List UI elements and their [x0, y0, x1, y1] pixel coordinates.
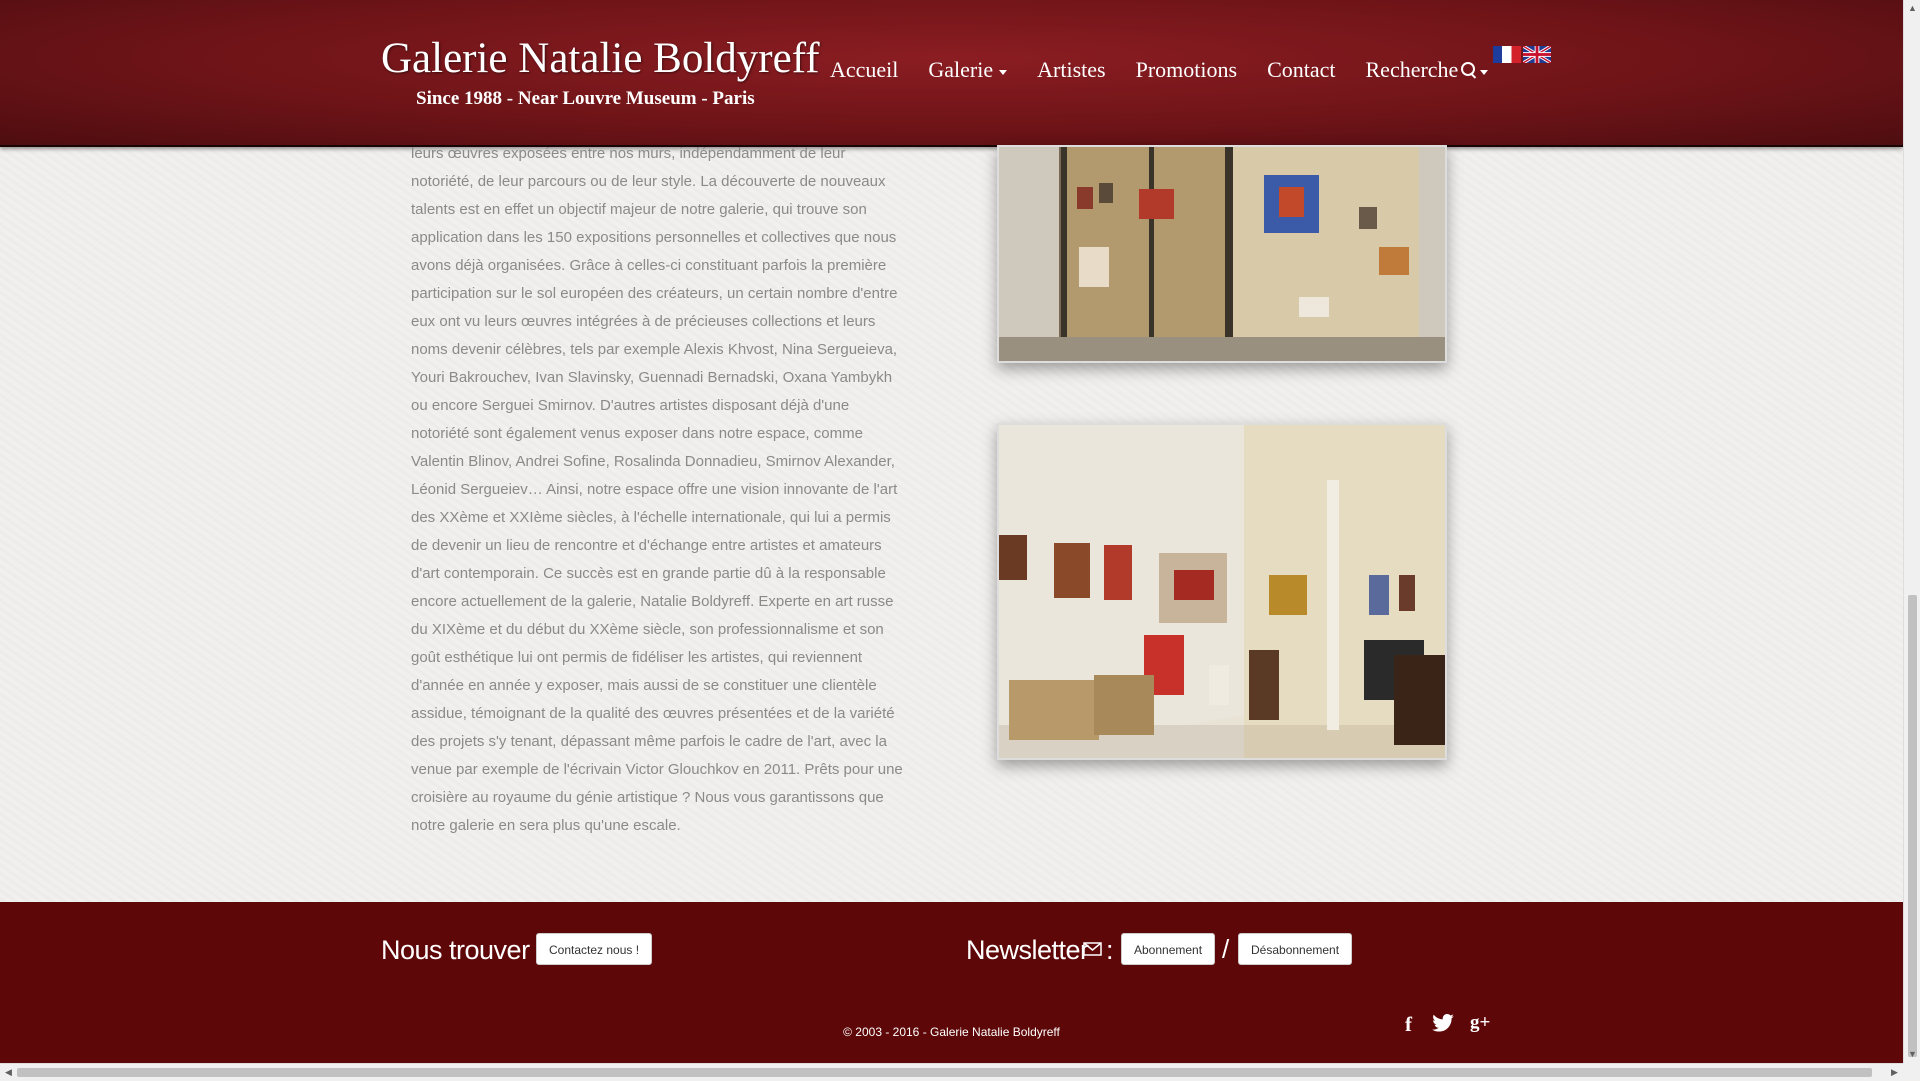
vertical-scrollbar[interactable]: ▲ ▼ — [1903, 0, 1920, 1063]
unsubscribe-button[interactable]: Désabonnement — [1238, 933, 1353, 965]
scrollbar-corner — [1903, 1063, 1920, 1080]
newsletter-title: Newsletter — [966, 935, 1089, 965]
nav-accueil[interactable]: Accueil — [815, 52, 913, 88]
contact-us-button[interactable]: Contactez nous ! — [536, 933, 653, 965]
page: Galerie Natalie Boldyreff Since 1988 - N… — [0, 0, 1903, 1063]
gallery-interior-photo — [997, 423, 1447, 760]
horizontal-scrollbar-thumb[interactable] — [17, 1068, 1872, 1077]
subscribe-button[interactable]: Abonnement — [1121, 933, 1216, 965]
site-header: Galerie Natalie Boldyreff Since 1988 - N… — [0, 0, 1903, 147]
find-us-title: Nous trouver ? — [381, 935, 552, 965]
search-icon — [1460, 61, 1478, 79]
gallery-storefront-photo — [997, 145, 1447, 363]
nav-artistes-label: Artistes — [1037, 57, 1106, 82]
scroll-left-arrow-icon[interactable]: ◀ — [0, 1064, 17, 1081]
article-paragraph: leurs œuvres exposées entre nos murs, in… — [411, 145, 903, 834]
scroll-down-arrow-icon[interactable]: ▼ — [1904, 1046, 1920, 1063]
nav-accueil-label: Accueil — [830, 57, 899, 82]
nav-artistes[interactable]: Artistes — [1022, 52, 1120, 88]
main-nav: Accueil Galerie Artistes Promotions Cont… — [815, 52, 1503, 88]
site-tagline: Since 1988 - Near Louvre Museum - Paris — [416, 88, 755, 109]
scroll-right-arrow-icon[interactable]: ▶ — [1886, 1064, 1903, 1081]
language-switcher — [1493, 46, 1551, 63]
gallery-history-article: leurs œuvres exposées entre nos murs, in… — [411, 140, 911, 840]
nav-galerie-label: Galerie — [928, 57, 994, 82]
newsletter-colon: : — [1106, 935, 1114, 965]
nav-galerie-dropdown[interactable]: Galerie — [913, 52, 1022, 88]
nav-recherche-label: Recherche — [1365, 57, 1459, 82]
nav-contact-label: Contact — [1267, 57, 1336, 82]
flag-fr-icon[interactable] — [1493, 46, 1521, 63]
newsletter-separator: / — [1222, 934, 1230, 964]
nav-contact[interactable]: Contact — [1252, 52, 1350, 88]
nav-promotions-label: Promotions — [1135, 57, 1238, 82]
horizontal-scrollbar[interactable]: ◀ ▶ — [0, 1063, 1903, 1081]
flag-uk-icon[interactable] — [1523, 46, 1551, 63]
site-logo-title[interactable]: Galerie Natalie Boldyreff — [381, 30, 820, 88]
nav-recherche-dropdown[interactable]: Recherche — [1351, 52, 1504, 88]
caret-down-icon — [1480, 69, 1489, 75]
nav-promotions[interactable]: Promotions — [1121, 52, 1252, 88]
copyright-text: © 2003 - 2016 - Galerie Natalie Boldyref… — [843, 1025, 1060, 1039]
vertical-scrollbar-thumb[interactable] — [1908, 595, 1917, 1057]
caret-down-icon — [999, 69, 1008, 75]
scroll-up-arrow-icon[interactable]: ▲ — [1904, 0, 1920, 17]
envelope-icon — [1083, 942, 1102, 956]
